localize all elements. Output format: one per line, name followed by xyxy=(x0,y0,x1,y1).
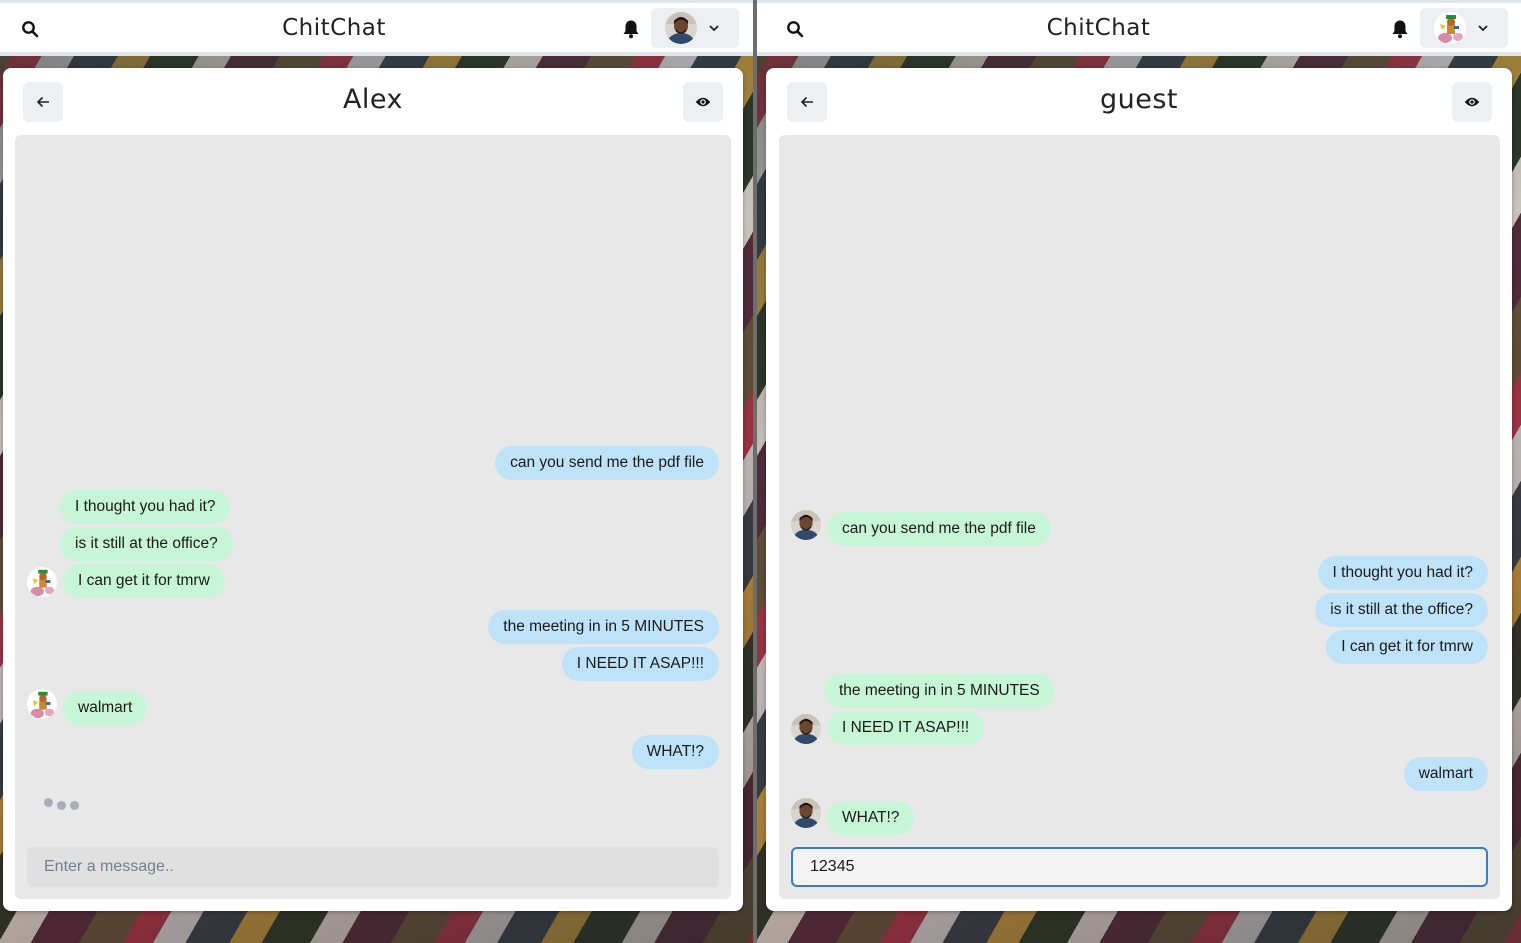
app-header: ChitChat xyxy=(757,0,1521,56)
message-bubble: I can get it for tmrw xyxy=(63,564,225,598)
message-bubble: can you send me the pdf file xyxy=(495,446,719,480)
notifications-button[interactable] xyxy=(619,16,643,42)
eye-icon xyxy=(695,97,711,107)
bell-icon xyxy=(1392,20,1408,39)
chat-card: Alex can you send me the pdf file I thou… xyxy=(3,68,743,911)
user-avatar xyxy=(665,12,697,44)
chat-card: guest can you send me the pdf file I tho… xyxy=(766,68,1512,911)
message-bubble: the meeting in in 5 MINUTES xyxy=(488,610,719,644)
message-list: can you send me the pdf file I thought y… xyxy=(15,135,731,899)
view-profile-button[interactable] xyxy=(683,82,723,122)
browser-window-left: ChitChat Alex can you send me the pdf fi… xyxy=(0,0,753,943)
sender-avatar xyxy=(27,689,57,719)
chat-title: guest xyxy=(1099,84,1178,115)
message-bubble: walmart xyxy=(63,691,148,725)
message-bubble: I thought you had it? xyxy=(60,490,231,524)
bell-icon xyxy=(623,20,639,39)
sender-avatar xyxy=(27,567,57,597)
message-bubble: I can get it for tmrw xyxy=(1326,630,1488,664)
message-bubble: WHAT!? xyxy=(631,735,719,769)
message-list: can you send me the pdf file I thought y… xyxy=(779,135,1500,899)
browser-window-right: ChitChat guest can you send me the pdf f… xyxy=(757,0,1521,943)
message-input[interactable] xyxy=(27,847,719,887)
message-bubble: WHAT!? xyxy=(827,801,915,835)
message-bubble: I NEED IT ASAP!!! xyxy=(561,647,719,681)
chevron-down-icon xyxy=(1478,24,1488,31)
notifications-button[interactable] xyxy=(1388,16,1412,42)
app-title: ChitChat xyxy=(1046,15,1151,41)
user-avatar xyxy=(1434,12,1466,44)
message-bubble: walmart xyxy=(1403,757,1488,791)
message-bubble: I thought you had it? xyxy=(1317,556,1488,590)
chat-title: Alex xyxy=(342,84,404,115)
message-bubble: I NEED IT ASAP!!! xyxy=(827,711,985,745)
sender-avatar xyxy=(791,798,821,828)
message-bubble: is it still at the office? xyxy=(60,527,233,561)
chevron-down-icon xyxy=(709,24,719,31)
message-bubble: is it still at the office? xyxy=(1315,593,1488,627)
sender-avatar xyxy=(791,714,821,744)
sender-avatar xyxy=(791,510,821,540)
app-header: ChitChat xyxy=(0,0,753,56)
user-menu-button[interactable] xyxy=(1420,8,1508,48)
message-input[interactable] xyxy=(791,847,1488,887)
message-bubble: the meeting in in 5 MINUTES xyxy=(824,674,1055,708)
app-title: ChitChat xyxy=(282,15,386,41)
view-profile-button[interactable] xyxy=(1452,82,1492,122)
user-menu-button[interactable] xyxy=(651,8,739,48)
message-bubble: can you send me the pdf file xyxy=(827,512,1051,546)
eye-icon xyxy=(1464,97,1480,107)
